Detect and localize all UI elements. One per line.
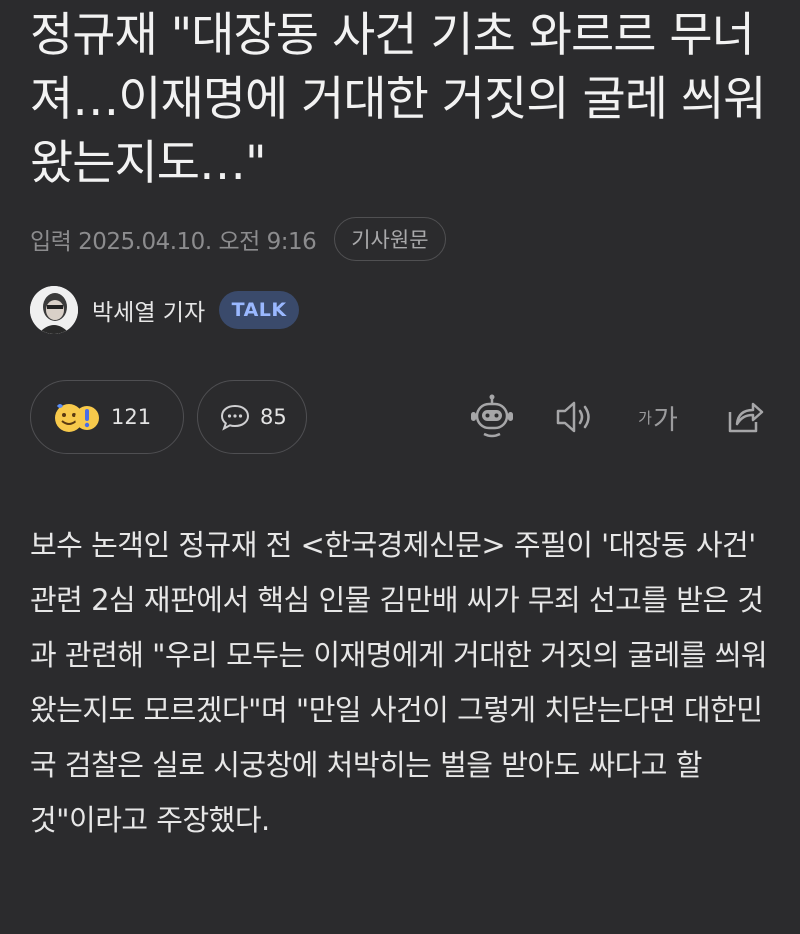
original-article-button[interactable]: 기사원문 bbox=[334, 217, 446, 261]
article-headline: 정규재 "대장동 사건 기초 와르르 무너져…이재명에 거대한 거짓의 굴레 씌… bbox=[30, 8, 766, 191]
talk-badge[interactable]: TALK bbox=[219, 291, 300, 329]
article-body: 보수 논객인 정규재 전 <한국경제신문> 주필이 '대장동 사건' 관련 2심… bbox=[30, 528, 768, 837]
speaker-icon bbox=[556, 401, 590, 433]
summary-robot-button[interactable] bbox=[466, 392, 518, 442]
article-meta: 입력 2025.04.10. 오전 9:16 기사원문 bbox=[30, 216, 446, 262]
reporter-name[interactable]: 박세열 기자 bbox=[92, 293, 205, 327]
reporter-info: 박세열 기자 TALK bbox=[30, 286, 300, 334]
reporter-avatar[interactable] bbox=[30, 286, 78, 334]
font-size-small-glyph: 가 bbox=[638, 408, 652, 427]
font-size-large-glyph: 가 bbox=[652, 404, 678, 436]
share-icon bbox=[728, 402, 764, 433]
robot-icon bbox=[471, 394, 513, 438]
text-to-speech-button[interactable] bbox=[551, 392, 597, 442]
comment-count: 85 bbox=[260, 405, 287, 429]
comment-button[interactable]: 85 bbox=[197, 380, 307, 454]
reaction-button[interactable]: 121 bbox=[30, 380, 184, 454]
font-size-button[interactable]: 가 가 bbox=[633, 392, 683, 442]
smile-emoji-icon bbox=[55, 404, 99, 432]
reaction-count: 121 bbox=[111, 405, 152, 429]
reporter-photo-icon bbox=[30, 286, 78, 334]
speech-bubble-icon bbox=[220, 404, 250, 431]
share-button[interactable] bbox=[720, 392, 768, 442]
publish-date: 입력 2025.04.10. 오전 9:16 bbox=[30, 229, 317, 255]
